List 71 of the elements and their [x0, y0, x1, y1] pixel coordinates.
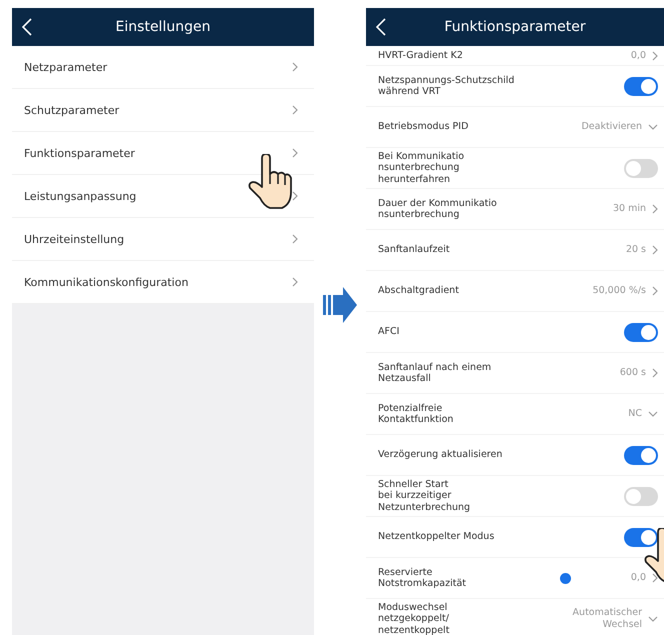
hand-pointer-icon — [248, 154, 294, 210]
setting-label: Netzentkoppelter Modus — [378, 531, 496, 543]
setting-label: HVRT-Gradient K2 — [378, 50, 464, 62]
toggle-switch[interactable] — [624, 322, 658, 342]
settings-row[interactable]: Betriebsmodus PID Deaktivieren — [366, 107, 664, 148]
toggle-switch[interactable] — [624, 158, 658, 178]
setting-label: Schneller Start bei kurzzeitiger Netzunterbrechung — [378, 478, 472, 514]
setting-label: Moduswechsel netzgekoppelt/ netzentkoppelt — [378, 602, 450, 635]
settings-row[interactable]: AFCI — [366, 312, 664, 353]
setting-label: Bei Kommunikatio nsunterbrechung herunterfahren — [378, 150, 466, 186]
settings-row[interactable]: Sanftanlauf nach einem Netzausfall 600 s — [366, 353, 664, 394]
chevron-icon — [292, 191, 298, 201]
settings-row[interactable]: Dauer der Kommunikatio nsunterbrechung 30 min — [366, 189, 664, 230]
setting-label: AFCI — [378, 326, 400, 338]
setting-label: Abschaltgradient — [378, 285, 460, 297]
chevron-icon — [292, 277, 298, 287]
chevron-icon — [652, 50, 658, 60]
dropdown-caret-icon — [648, 411, 658, 417]
arrow-icon — [323, 287, 357, 323]
chevron-icon — [292, 148, 298, 158]
settings-row[interactable]: Verzögerung aktualisieren — [366, 435, 664, 476]
toggle-switch[interactable] — [624, 76, 658, 96]
setting-label: Potenzialfreie Kontaktfunktion — [378, 402, 454, 426]
setting-value: 600 s — [620, 367, 646, 379]
settings-row[interactable]: Potenzialfreie Kontaktfunktion NC — [366, 394, 664, 435]
dropdown-caret-icon — [648, 616, 658, 622]
chevron-icon — [292, 105, 298, 115]
setting-label: Reservierte Notstromkapazität — [378, 566, 467, 590]
settings-row[interactable]: Moduswechsel netzgekoppelt/ netzentkoppelt Automatischer Wechsel — [366, 599, 664, 635]
setting-value: 0,0 — [630, 50, 646, 62]
chevron-icon — [652, 286, 658, 296]
screen-title: Funktionsparameter — [443, 19, 587, 35]
settings-row[interactable]: Netzspannungs-Schutzschild während VRT — [366, 66, 664, 107]
setting-label: Sanftanlaufzeit — [378, 244, 451, 256]
menu-item[interactable]: Kommunikationskonfiguration — [12, 261, 314, 304]
setting-label: Dauer der Kommunikatio nsunterbrechung — [378, 198, 498, 220]
menu-item-label: Schutzparameter — [24, 104, 120, 116]
chevron-icon — [292, 234, 298, 244]
setting-label: Netzspannungs-Schutzschild während VRT — [378, 74, 516, 98]
back-icon[interactable] — [22, 18, 32, 36]
setting-value: 50,000 %/s — [592, 285, 646, 297]
menu-item-label: Netzparameter — [24, 60, 108, 74]
dropdown-caret-icon — [648, 124, 658, 130]
toggle-switch[interactable] — [624, 528, 658, 546]
menu-item[interactable]: Netzparameter — [12, 46, 314, 89]
back-icon[interactable] — [376, 18, 386, 36]
setting-label: Verzögerung aktualisieren — [378, 449, 504, 461]
setting-value: 0,0 — [630, 572, 646, 584]
settings-row[interactable]: HVRT-Gradient K2 0,0 — [366, 46, 664, 66]
settings-row[interactable]: Abschaltgradient 50,000 %/s — [366, 271, 664, 312]
chevron-icon — [652, 368, 658, 378]
settings-row[interactable]: Sanftanlaufzeit 20 s — [366, 230, 664, 271]
toggle-switch[interactable] — [624, 486, 658, 506]
menu-item-label: Kommunikationskonfiguration — [24, 276, 188, 288]
menu-item-label: Leistungsanpassung — [24, 190, 136, 202]
chevron-icon — [652, 245, 658, 255]
setting-value: 20 s — [626, 244, 646, 256]
settings-row[interactable]: Bei Kommunikatio nsunterbrechung herunterfahren — [366, 148, 664, 189]
menu-item-label: Uhrzeiteinstellung — [24, 232, 124, 246]
menu-item[interactable]: Schutzparameter — [12, 89, 314, 132]
menu-item-label: Funktionsparameter — [24, 146, 135, 160]
screen-title: Einstellungen — [114, 19, 212, 35]
menu-item[interactable]: Uhrzeiteinstellung — [12, 218, 314, 261]
setting-label: Sanftanlauf nach einem Netzausfall — [378, 362, 492, 384]
toggle-switch[interactable] — [624, 446, 658, 464]
chevron-icon — [292, 62, 298, 72]
setting-label: Betriebsmodus PID — [378, 121, 470, 133]
settings-row[interactable]: Schneller Start bei kurzzeitiger Netzunterbrechung — [366, 476, 664, 517]
chevron-icon — [652, 573, 658, 583]
chevron-icon — [652, 204, 658, 214]
setting-value: 30 min — [612, 203, 646, 215]
